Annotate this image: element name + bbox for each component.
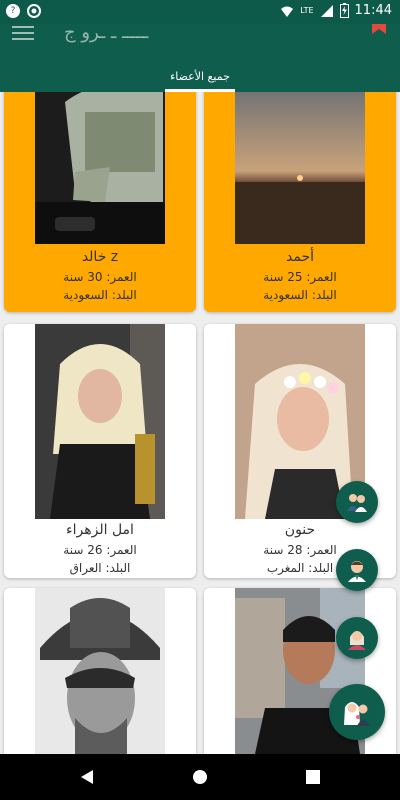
member-age: العمر: 30 سنة <box>63 270 137 284</box>
member-country: البلد: السعودية <box>263 288 337 302</box>
app-bar: ـــــ ـ ـرو ج جميع الأعضاء <box>0 22 400 92</box>
tab-all-members[interactable]: جميع الأعضاء <box>165 62 235 90</box>
member-photo <box>35 588 165 754</box>
battery-icon <box>339 3 349 18</box>
man-icon <box>348 561 366 582</box>
member-age: العمر: 25 سنة <box>263 270 337 284</box>
network-type: LTE <box>300 6 314 15</box>
recents-icon[interactable] <box>306 770 320 784</box>
status-bar: ? LTE 11:44 <box>0 0 400 24</box>
notification-icon: ? <box>6 4 20 18</box>
tab-indicator <box>165 89 235 92</box>
wifi-icon <box>281 6 294 17</box>
member-photo <box>235 92 365 244</box>
fab-bride-groom[interactable] <box>329 684 385 740</box>
home-icon[interactable] <box>192 769 208 785</box>
member-name: خالد z <box>81 249 119 265</box>
clock: 11:44 <box>354 3 392 18</box>
woman-icon <box>348 631 366 650</box>
member-age: العمر: 26 سنة <box>63 543 137 557</box>
member-card[interactable] <box>4 588 196 754</box>
back-icon[interactable] <box>80 769 94 785</box>
member-photo <box>35 324 165 519</box>
fab-couple[interactable] <box>336 481 378 523</box>
members-grid: أحمد العمر: 25 سنة البلد: السعودية خالد … <box>0 92 400 754</box>
member-photo <box>35 92 165 244</box>
signal-icon <box>320 4 333 17</box>
member-country: البلد: السعودية <box>63 288 137 302</box>
member-card[interactable]: خالد z العمر: 30 سنة البلد: السعودية <box>4 92 196 312</box>
bride-groom-icon <box>344 702 370 726</box>
member-card[interactable]: امل الزهراء العمر: 26 سنة البلد: العراق <box>4 324 196 578</box>
menu-icon[interactable] <box>12 26 34 40</box>
sync-circle-icon <box>27 4 41 18</box>
fab-woman[interactable] <box>336 617 378 659</box>
app-title: ـــــ ـ ـرو ج <box>64 22 149 43</box>
member-country: البلد: العراق <box>69 561 131 575</box>
member-name: امل الزهراء <box>66 522 134 538</box>
fab-man[interactable] <box>336 549 378 591</box>
member-card[interactable]: أحمد العمر: 25 سنة البلد: السعودية <box>204 92 396 312</box>
system-nav-bar <box>0 754 400 800</box>
member-card[interactable]: حنون العمر: 28 سنة البلد: المغرب <box>204 324 396 578</box>
member-name: أحمد <box>286 249 314 265</box>
couple-icon <box>347 494 367 512</box>
member-name: حنون <box>284 522 316 538</box>
